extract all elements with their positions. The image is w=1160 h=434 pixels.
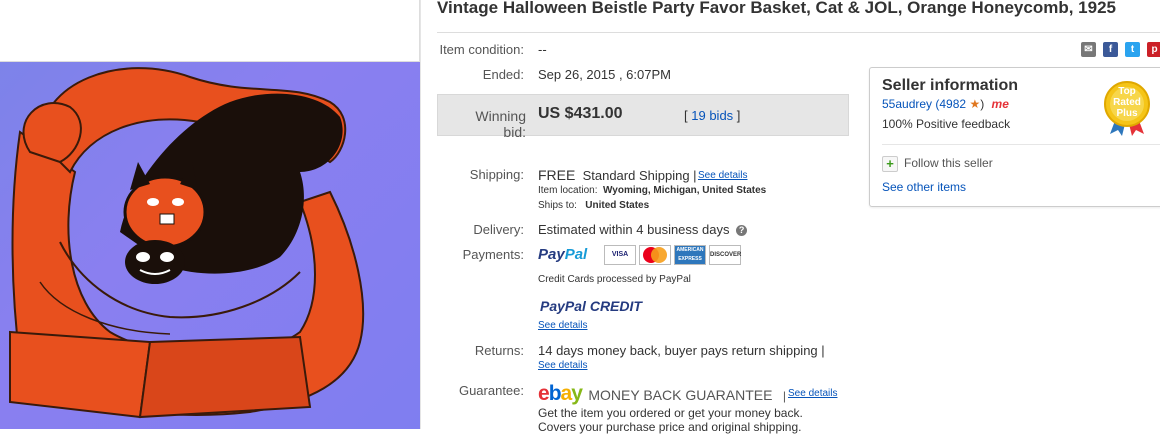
paypal-logo-part1: Pay <box>538 246 565 263</box>
badge-line-1: Top <box>1118 86 1136 97</box>
shipping-value: FREE Standard Shipping | <box>538 167 697 183</box>
image-panel-header <box>0 0 420 62</box>
returns-label: Returns: <box>474 343 524 358</box>
badge-line-3: Plus <box>1116 108 1138 119</box>
mbg-line1: Get the item you ordered or get your mon… <box>538 406 803 420</box>
badge-text: Top Rated Plus <box>1096 86 1158 119</box>
seller-name-link[interactable]: 55audrey <box>882 97 932 111</box>
ebay-logo-letter-e: e <box>538 382 550 405</box>
top-rated-plus-badge-icon: Top Rated Plus <box>1096 80 1158 136</box>
halloween-basket-illustration <box>9 67 365 419</box>
discover-card-icon: DISCOVER <box>709 245 741 265</box>
mbg-text: MONEY BACK GUARANTEE <box>588 387 773 403</box>
bid-bracket-open: [ <box>684 108 688 123</box>
condition-value: -- <box>538 42 547 57</box>
mbg-see-details-link[interactable]: See details <box>788 388 837 399</box>
money-back-guarantee: ebay MONEY BACK GUARANTEE | <box>538 382 786 406</box>
winning-bid-label: Winning bid: <box>475 108 526 140</box>
condition-label: Item condition: <box>439 42 524 57</box>
shipping-see-details-link[interactable]: See details <box>698 170 747 181</box>
follow-seller-button[interactable]: + Follow this seller <box>882 156 993 172</box>
credit-cards-note: Credit Cards processed by PayPal <box>538 274 691 285</box>
panel-divider <box>420 0 421 429</box>
seller-info-title: Seller information <box>882 77 1019 94</box>
paypal-logo: PayPal <box>538 246 587 263</box>
ships-to: Ships to: United States <box>538 200 649 211</box>
bids-link[interactable]: 19 bids <box>691 108 733 123</box>
help-icon[interactable]: ? <box>736 225 748 237</box>
ships-to-value: United States <box>585 200 650 211</box>
badge-line-2: Rated <box>1113 97 1141 108</box>
item-location-label: Item location: <box>538 185 598 196</box>
shipping-label: Shipping: <box>469 167 524 182</box>
delivery-estimate: Estimated within 4 business days <box>538 222 730 237</box>
guarantee-label: Guarantee: <box>458 383 524 398</box>
paypal-logo-part2: Pal <box>564 246 588 263</box>
bid-count: [ 19 bids ] <box>684 108 740 123</box>
seller-divider <box>882 144 1160 145</box>
payments-label: Payments: <box>462 247 524 262</box>
follow-seller-label: Follow this seller <box>904 156 993 171</box>
positive-feedback: 100% Positive feedback <box>882 117 1011 131</box>
delivery-value: Estimated within 4 business days ? <box>538 222 748 237</box>
winning-bid-box: Winning bid: US $431.00 [ 19 bids ] <box>437 94 849 140</box>
item-location-value: Wyoming, Michigan, United States <box>603 185 767 196</box>
mbg-line2: Covers your purchase price and original … <box>538 420 802 434</box>
paypal-credit-part2: CREDIT <box>589 298 642 314</box>
delivery-label: Delivery: <box>473 222 524 237</box>
seller-name-row: 55audrey (4982 ★) me <box>882 97 1009 111</box>
title-divider <box>437 32 1160 33</box>
returns-see-details-link[interactable]: See details <box>538 360 587 371</box>
ebay-logo-letter-a: a <box>560 382 573 405</box>
winning-bid-value: US $431.00 <box>538 105 623 122</box>
facebook-icon[interactable]: f <box>1103 42 1118 57</box>
listing-title: Vintage Halloween Beistle Party Favor Ba… <box>437 0 1116 17</box>
ended-label: Ended: <box>482 67 524 82</box>
plus-icon: + <box>882 156 898 172</box>
item-location: Item location: Wyoming, Michigan, United… <box>538 185 766 196</box>
amex-card-icon: AMERICAN EXPRESS <box>674 245 706 265</box>
me-page-icon[interactable]: me <box>992 97 1009 111</box>
shipping-method: Standard Shipping | <box>582 168 697 183</box>
item-main-image[interactable] <box>0 62 420 429</box>
ships-to-label: Ships to: <box>538 200 577 211</box>
feedback-score[interactable]: (4982 <box>935 97 966 111</box>
shipping-free: FREE <box>538 167 576 183</box>
returns-value: 14 days money back, buyer pays return sh… <box>538 343 825 358</box>
see-other-items-link[interactable]: See other items <box>882 180 966 194</box>
pinterest-icon[interactable]: p <box>1147 42 1160 57</box>
email-icon[interactable]: ✉ <box>1081 42 1096 57</box>
paypal-credit-logo: PayPal CREDIT <box>540 298 642 314</box>
visa-card-icon: VISA <box>604 245 636 265</box>
paypal-credit-see-details-link[interactable]: See details <box>538 320 587 331</box>
star-icon: ★ <box>969 97 981 111</box>
feedback-score-close: ) <box>980 97 985 111</box>
image-panel <box>0 0 420 429</box>
ebay-logo: ebay <box>538 382 583 405</box>
bid-bracket-close: ] <box>736 108 741 123</box>
ebay-logo-letter-b: b <box>548 382 562 405</box>
ended-value: Sep 26, 2015 , 6:07PM <box>538 67 671 82</box>
paypal-credit-part1: PayPal <box>540 298 586 314</box>
mbg-separator: | <box>782 389 787 403</box>
mastercard-icon <box>639 245 671 265</box>
mastercard-circles <box>643 247 667 263</box>
ebay-logo-letter-y: y <box>571 382 583 405</box>
twitter-icon[interactable]: t <box>1125 42 1140 57</box>
